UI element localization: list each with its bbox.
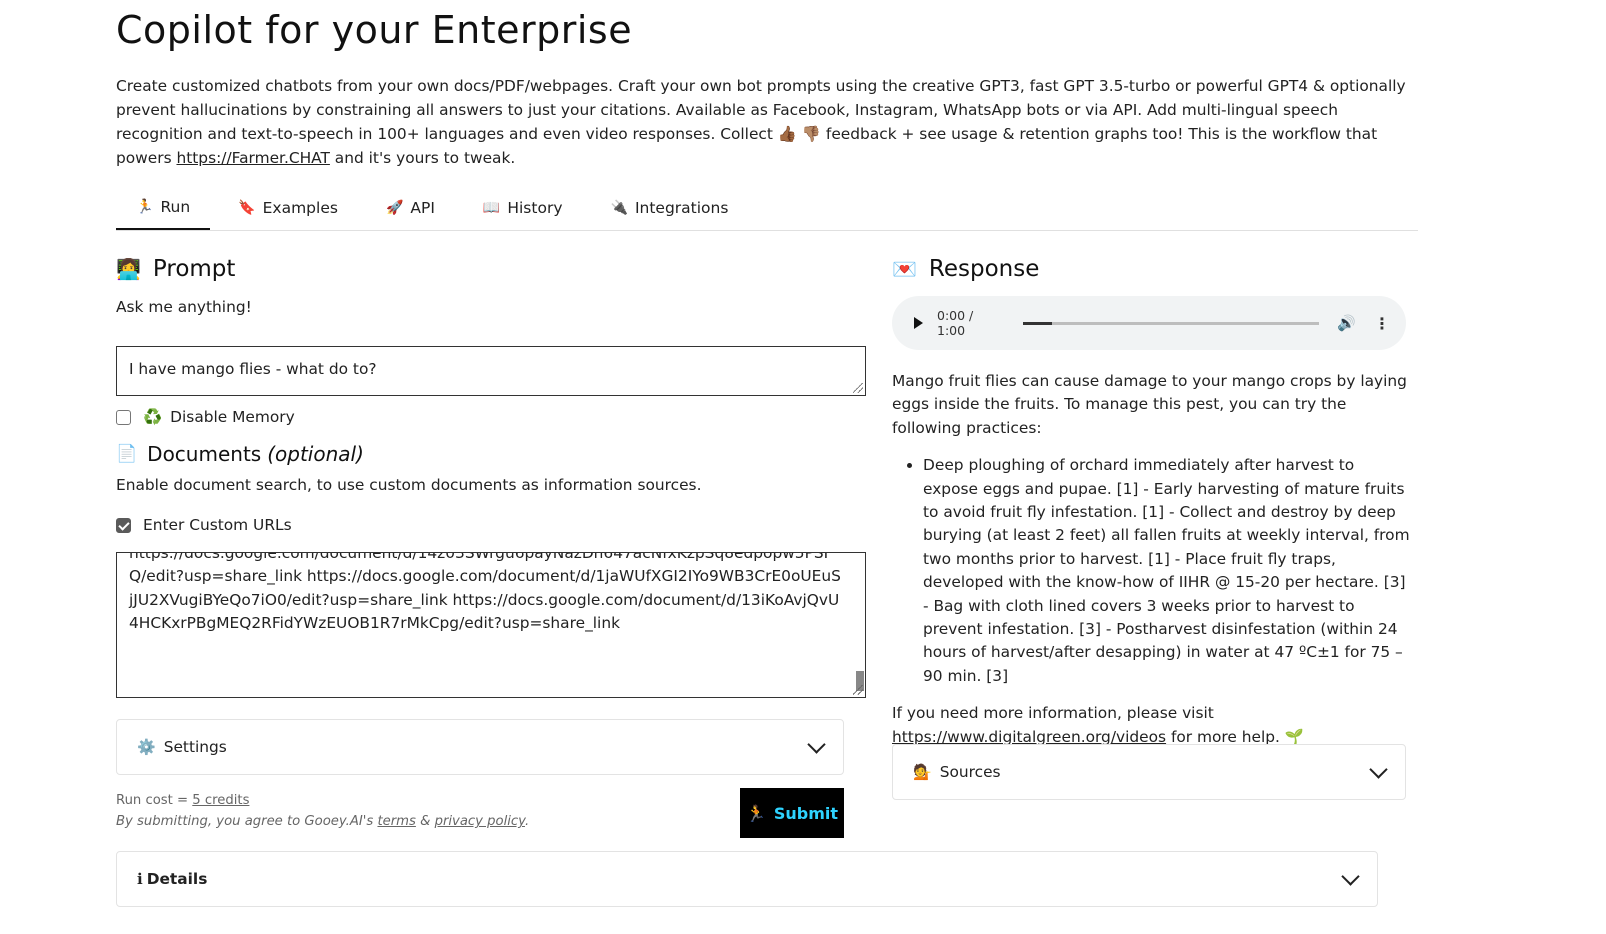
response-list: Deep ploughing of orchard immediately af… bbox=[892, 454, 1412, 688]
terms-amp: & bbox=[415, 814, 435, 829]
credits-link[interactable]: 5 credits bbox=[192, 793, 249, 808]
tab-history-label: History bbox=[507, 199, 563, 217]
submit-label: Submit bbox=[773, 803, 839, 823]
privacy-link-text: privacy policy bbox=[434, 814, 525, 829]
details-label: Details bbox=[146, 870, 208, 888]
more-options-icon[interactable]: ⋮ bbox=[1374, 314, 1390, 333]
tab-integrations[interactable]: 🔌 Integrations bbox=[591, 186, 749, 230]
documents-heading: 📄 Documents (optional) bbox=[116, 442, 364, 466]
document-icon: 📄 bbox=[116, 444, 138, 464]
description-text-end: and it's yours to tweak. bbox=[329, 149, 516, 167]
settings-accordion[interactable]: ⚙️ Settings bbox=[116, 719, 844, 775]
run-icon: 🏃 bbox=[136, 199, 154, 215]
resize-handle-icon[interactable] bbox=[853, 383, 863, 393]
runner-icon: 🏃 bbox=[745, 803, 766, 823]
terms-prefix: By submitting, you agree to Gooey.AI's bbox=[116, 814, 378, 829]
custom-urls-text: https://docs.google.com/document/d/14z03… bbox=[129, 552, 841, 633]
prompt-heading: 👩‍💻 Prompt bbox=[116, 256, 235, 282]
tab-api[interactable]: 🚀 API bbox=[366, 186, 455, 230]
tab-examples-label: Examples bbox=[262, 199, 338, 217]
custom-urls-row: Enter Custom URLs bbox=[116, 516, 292, 534]
settings-label: Settings bbox=[163, 738, 227, 756]
chevron-down-icon bbox=[1341, 866, 1360, 886]
chevron-down-icon bbox=[1369, 759, 1388, 779]
page-title: Copilot for your Enterprise bbox=[116, 8, 633, 52]
urls-resize-handle-icon[interactable] bbox=[853, 685, 863, 695]
documents-title: Documents bbox=[147, 442, 262, 466]
gear-icon: ⚙️ bbox=[137, 738, 156, 756]
play-icon[interactable] bbox=[914, 317, 923, 329]
disable-memory-checkbox[interactable] bbox=[116, 409, 131, 425]
response-bullet: Deep ploughing of orchard immediately af… bbox=[923, 454, 1412, 688]
submit-button[interactable]: 🏃 Submit bbox=[740, 788, 844, 838]
documents-optional: (optional) bbox=[267, 442, 364, 466]
details-accordion[interactable]: ℹ Details bbox=[116, 851, 1378, 907]
tab-run[interactable]: 🏃 Run bbox=[116, 186, 211, 230]
response-text: Mango fruit flies can cause damage to yo… bbox=[892, 370, 1412, 749]
audio-time: 0:00 / 1:00 bbox=[937, 308, 974, 338]
audio-player: 0:00 / 1:00 🔊 ⋮ bbox=[892, 296, 1406, 350]
details-label-group: ℹ Details bbox=[137, 870, 207, 888]
technologist-icon: 👩‍💻 bbox=[116, 257, 141, 281]
audio-progress bbox=[1022, 321, 1053, 325]
documents-hint: Enable document search, to use custom do… bbox=[116, 476, 702, 494]
disable-memory-row: ♻️ Disable Memory bbox=[116, 408, 295, 426]
recycle-icon: ♻️ bbox=[143, 408, 163, 426]
prompt-hint: Ask me anything! bbox=[116, 298, 252, 316]
custom-urls-label: Enter Custom URLs bbox=[143, 516, 292, 534]
run-cost-prefix: Run cost = bbox=[116, 793, 193, 808]
digitalgreen-link[interactable]: https://www.digitalgreen.org/videos bbox=[892, 728, 1166, 746]
terms-link-text: terms bbox=[377, 814, 416, 829]
rocket-icon: 🚀 bbox=[385, 200, 404, 216]
response-intro: Mango fruit flies can cause damage to yo… bbox=[892, 372, 1407, 437]
tab-bar: 🏃 Run 🔖 Examples 🚀 API 📖 History 🔌 Integratio… bbox=[116, 186, 1418, 231]
disable-memory-label: Disable Memory bbox=[170, 408, 295, 426]
response-outro-prefix: If you need more information, please vis… bbox=[892, 704, 1214, 723]
run-cost-line: Run cost = 5 credits bbox=[116, 790, 529, 811]
sources-accordion[interactable]: 💁 Sources bbox=[892, 744, 1406, 800]
custom-urls-textarea[interactable]: https://docs.google.com/document/d/14z03… bbox=[116, 552, 866, 698]
tab-integrations-label: Integrations bbox=[634, 199, 729, 217]
person-tipping-hand-icon: 💁 bbox=[913, 763, 932, 781]
terms-link[interactable]: terms bbox=[377, 814, 415, 829]
run-cost: Run cost = 5 credits By submitting, you … bbox=[116, 790, 529, 832]
prompt-title: Prompt bbox=[152, 256, 236, 282]
response-title: Response bbox=[928, 256, 1040, 282]
tab-api-label: API bbox=[410, 199, 435, 217]
tab-run-label: Run bbox=[160, 198, 191, 216]
response-heading: 💌 Response bbox=[892, 256, 1039, 282]
info-icon: ℹ bbox=[137, 870, 143, 888]
love-letter-icon: 💌 bbox=[892, 257, 917, 281]
book-icon: 📖 bbox=[482, 200, 501, 216]
chevron-down-icon bbox=[807, 734, 826, 754]
volume-icon[interactable]: 🔊 bbox=[1337, 314, 1356, 332]
farmer-chat-link[interactable]: https://Farmer.CHAT bbox=[176, 149, 329, 167]
response-outro: If you need more information, please vis… bbox=[892, 702, 1412, 749]
privacy-link[interactable]: privacy policy bbox=[435, 814, 525, 829]
bookmark-icon: 🔖 bbox=[238, 200, 256, 216]
page-description: Create customized chatbots from your own… bbox=[116, 74, 1406, 170]
sources-label: Sources bbox=[939, 763, 1001, 781]
response-outro-suffix: for more help. 🌱 bbox=[1166, 727, 1304, 746]
terms-suffix: . bbox=[524, 814, 530, 829]
prompt-input[interactable]: I have mango flies - what do to? bbox=[116, 346, 866, 396]
plug-icon: 🔌 bbox=[610, 200, 628, 216]
tab-examples[interactable]: 🔖 Examples bbox=[218, 186, 358, 230]
custom-urls-checkbox[interactable] bbox=[116, 517, 131, 533]
settings-label-group: ⚙️ Settings bbox=[137, 738, 227, 756]
tab-history[interactable]: 📖 History bbox=[463, 186, 583, 230]
prompt-value: I have mango flies - what do to? bbox=[129, 360, 377, 378]
sources-label-group: 💁 Sources bbox=[913, 763, 1001, 781]
audio-seek-bar[interactable] bbox=[1022, 321, 1320, 325]
terms-line: By submitting, you agree to Gooey.AI's t… bbox=[116, 811, 529, 832]
